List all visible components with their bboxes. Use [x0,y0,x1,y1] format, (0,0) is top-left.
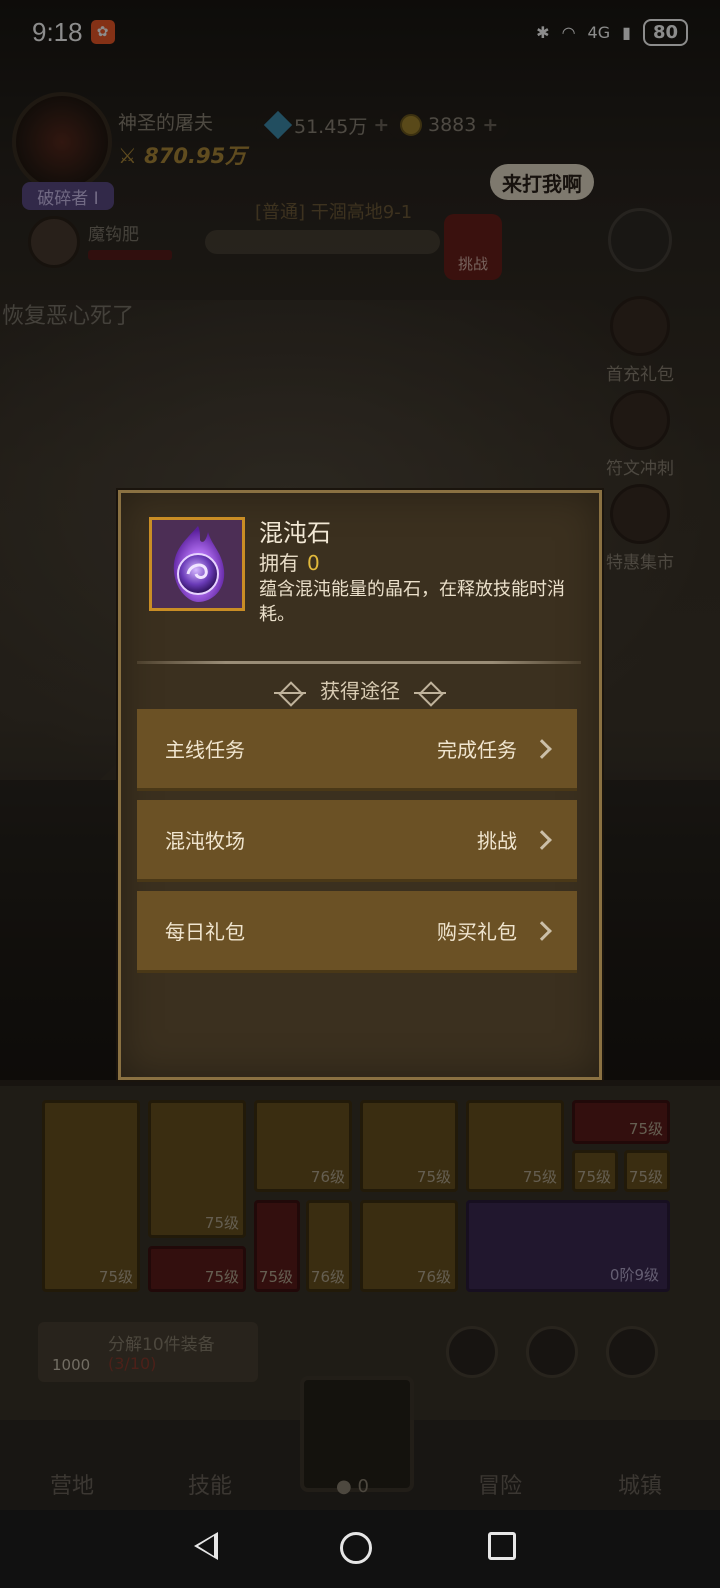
item-owned: 拥有 0 [259,547,320,576]
item-icon-frame [149,517,245,611]
back-icon[interactable] [194,1532,218,1560]
ornament-left-icon [274,688,306,698]
chevron-right-icon [532,920,552,941]
source-name: 主线任务 [165,738,245,762]
source-action: 完成任务 [437,738,517,762]
own-count: 0 [307,551,320,575]
source-name: 混沌牧场 [165,829,245,853]
source-chaos-ranch[interactable]: 混沌牧场 挑战 [137,800,577,882]
chaos-stone-icon [173,526,225,602]
source-action: 购买礼包 [437,920,517,944]
home-icon[interactable] [340,1532,372,1564]
source-daily-pack[interactable]: 每日礼包 购买礼包 [137,891,577,973]
item-info-dialog: 混沌石 拥有 0 蕴含混沌能量的晶石，在释放技能时消耗。 获得途径 主线任务 完成… [118,490,602,1080]
own-label: 拥有 [259,551,299,575]
ornament-right-icon [414,688,446,698]
recents-icon[interactable] [488,1532,516,1560]
chevron-right-icon [532,738,552,759]
source-name: 每日礼包 [165,920,245,944]
chevron-right-icon [532,829,552,850]
dialog-divider [137,661,581,664]
acquisition-title: 获得途径 [320,679,400,703]
item-description: 蕴含混沌能量的晶石，在释放技能时消耗。 [259,579,565,625]
source-main-quest[interactable]: 主线任务 完成任务 [137,709,577,791]
system-nav-bar [0,1510,720,1588]
item-name: 混沌石 [259,519,331,547]
source-action: 挑战 [477,829,517,853]
acquisition-header: 获得途径 [121,675,599,704]
